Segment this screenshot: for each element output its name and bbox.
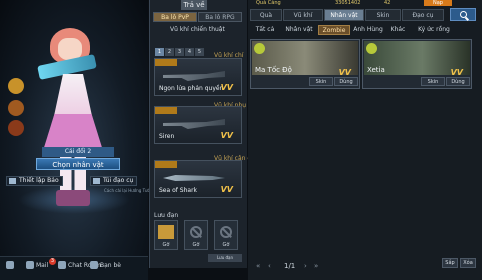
tab-rpg-bag[interactable]: Ba lô RPG [198, 12, 242, 22]
weapon-tag [155, 59, 177, 66]
slot-1[interactable]: 1 [155, 48, 164, 56]
grenade-icon [158, 225, 174, 239]
mail-label: Mail [36, 261, 49, 269]
setup-button-label: Thiết lập Bảo [19, 177, 59, 184]
search-button[interactable] [450, 8, 476, 21]
home-button[interactable] [6, 261, 14, 269]
rank-emblem-icon[interactable] [8, 78, 24, 94]
item-name: Ma Tốc Độ [255, 66, 292, 74]
setup-icon [9, 178, 16, 184]
weapon-name: Sea of Shark [159, 187, 198, 194]
arrange-button[interactable]: Sắp [442, 258, 458, 268]
tab-pvp-bag[interactable]: Ba lô PvP [153, 12, 197, 22]
delete-button[interactable]: Xóa [460, 258, 476, 268]
medal-icon[interactable] [8, 100, 24, 116]
empty-slot-icon [220, 226, 232, 238]
secondary-weapon-card[interactable]: Siren VV [154, 106, 242, 144]
mail-icon [26, 261, 34, 269]
item-bag-button[interactable]: Túi đạo cụ [90, 176, 138, 186]
setup-button[interactable]: Thiết lập Bảo [6, 176, 63, 186]
item-bag-button-label: Túi đạo cụ [103, 177, 134, 184]
use-button[interactable]: Dùng [446, 77, 470, 86]
subtab-heroes[interactable]: Anh Hùng [352, 25, 384, 35]
grenade-slot-label: Gỡ [162, 242, 170, 248]
grenade-slot-label: Gỡ [192, 242, 200, 248]
tab-gift[interactable]: Quà [250, 9, 282, 21]
grenade-slot-3[interactable]: Gỡ [214, 220, 238, 250]
weapon-name: Siren [159, 133, 175, 140]
subtab-characters[interactable]: Nhân vật [282, 25, 316, 35]
mail-button[interactable]: Mail [26, 261, 48, 269]
subtab-zombie[interactable]: Zombie [318, 25, 350, 35]
zombie-badge-icon [254, 43, 265, 54]
page-indicator: 1/1 [284, 262, 296, 270]
weapon-name: Ngọn lửa phản quyền [159, 85, 224, 92]
grenade-slot-2[interactable]: Gỡ [184, 220, 208, 250]
empty-slot-icon [190, 226, 202, 238]
grenade-slot-1[interactable]: Gỡ [154, 220, 178, 250]
grenade-settings-button[interactable]: Lưu đạn [208, 254, 242, 262]
zombie-badge-icon [366, 43, 377, 54]
friends-button[interactable]: Bạn bè [90, 261, 121, 269]
item-card-ma-toc-do[interactable]: Ma Tốc Độ VV Skin Dùng [250, 39, 360, 89]
character-rank-label: Cái đổi 2 [42, 147, 114, 157]
grenade-label: Lưu đạn [154, 212, 179, 219]
home-icon [6, 261, 14, 269]
grenade-slot-label: Gỡ [222, 242, 230, 248]
choose-character-button[interactable]: Chọn nhân vật [36, 158, 120, 170]
tab-skin[interactable]: Skin [365, 9, 401, 21]
slot-5[interactable]: 5 [195, 48, 204, 56]
prev-page-icon[interactable]: ‹ [268, 262, 271, 270]
tab-characters[interactable]: Nhân vật [324, 9, 364, 21]
weapon-tag [155, 107, 177, 114]
weapon-grade: VV [220, 83, 233, 92]
character-hint: Cách cài lại Hướng Tướng [104, 188, 156, 193]
character-panel [0, 0, 148, 262]
skin-button[interactable]: Skin [421, 77, 445, 86]
pistol-icon [163, 119, 225, 129]
skin-button[interactable]: Skin [309, 77, 333, 86]
tab-weapons[interactable]: Vũ khí [283, 9, 323, 21]
subtab-dragon-memory[interactable]: Ký ức rồng [412, 25, 456, 35]
weapon-tag [155, 161, 177, 168]
mail-count-badge: 3 [49, 258, 56, 265]
use-button[interactable]: Dùng [334, 77, 358, 86]
diamond-currency: 42 [384, 0, 391, 6]
slot-4[interactable]: 4 [185, 48, 194, 56]
gift-currency: Quà Cáng [256, 0, 281, 6]
subtab-all[interactable]: Tất cả [252, 25, 278, 35]
loadout-slots: 1 2 3 4 5 [155, 48, 204, 56]
first-page-icon[interactable]: « [256, 262, 260, 270]
melee-weapon-card[interactable]: Sea of Shark VV [154, 160, 242, 198]
tactical-weapons-title: Vũ khí chiến thuật [170, 26, 225, 33]
weapon-grade: VV [220, 131, 233, 140]
subtab-other[interactable]: Khác [386, 25, 410, 35]
friends-icon [90, 261, 98, 269]
item-card-xetia[interactable]: Xetia VV Skin Dùng [362, 39, 472, 89]
slot-2[interactable]: 2 [165, 48, 174, 56]
item-name: Xetia [367, 66, 385, 74]
friends-label: Bạn bè [100, 261, 122, 269]
rifle-icon [163, 71, 225, 81]
topup-button[interactable]: Nạp [424, 0, 452, 6]
weapon-grade: VV [220, 185, 233, 194]
tab-items[interactable]: Đạo cụ [402, 9, 444, 21]
search-icon [460, 11, 467, 18]
last-page-icon[interactable]: » [314, 262, 318, 270]
bottom-bar: Mail 3 Chat Room Bạn bè [0, 256, 148, 280]
slot-3[interactable]: 3 [175, 48, 184, 56]
item-grade: VV [338, 68, 351, 77]
item-grade: VV [450, 68, 463, 77]
gold-currency: 33051402 [335, 0, 361, 6]
badge-icon[interactable] [8, 120, 24, 136]
next-page-icon[interactable]: › [304, 262, 307, 270]
bag-icon [93, 178, 100, 184]
primary-weapon-card[interactable]: Ngọn lửa phản quyền VV [154, 58, 242, 96]
shark-knife-icon [163, 175, 225, 181]
back-button[interactable]: Trả về [181, 0, 207, 10]
chat-icon [58, 261, 66, 269]
